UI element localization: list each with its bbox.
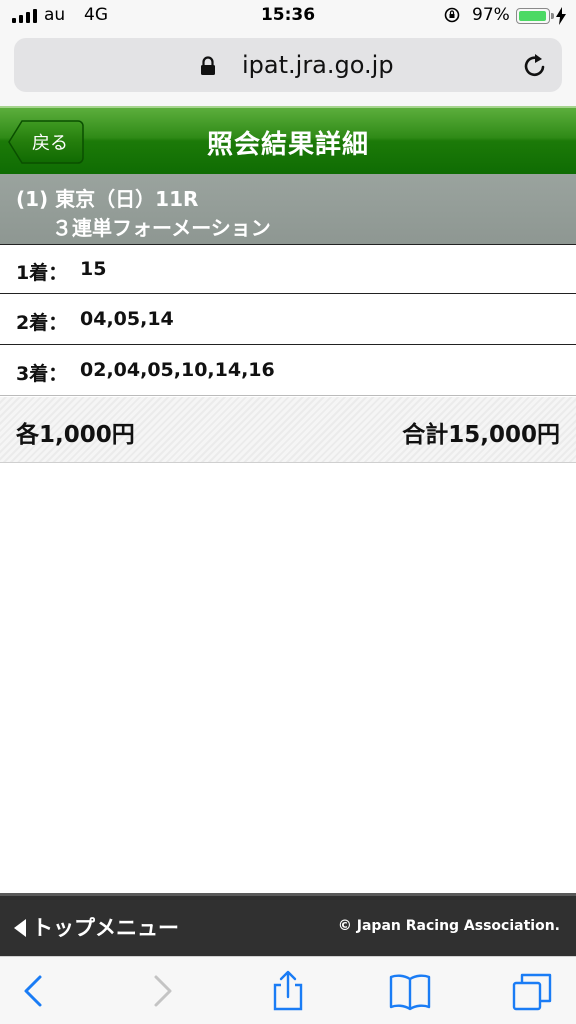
- amount-total: 合計15,000円: [402, 422, 560, 448]
- place-label: 3着：: [16, 363, 68, 385]
- place-label: 1着：: [16, 262, 68, 284]
- status-bar: au 4G 15:36 97%: [0, 0, 576, 32]
- rotation-lock-icon: [444, 7, 460, 23]
- place-row-3: 3着： 02,04,05,10,14,16: [0, 346, 576, 396]
- lock-icon: [201, 56, 215, 75]
- place-row-1: 1着： 15: [0, 244, 576, 294]
- battery-icon: [516, 8, 554, 24]
- tabs-icon[interactable]: [510, 969, 554, 1013]
- race-info: (1) 東京（日）11R ３連単フォーメーション: [0, 174, 576, 244]
- place-numbers: 15: [80, 258, 107, 280]
- browser-toolbar: [0, 956, 576, 1024]
- site-footer: トップメニュー © Japan Racing Association.: [0, 893, 576, 956]
- browser-address-area: ipat.jra.go.jp: [0, 32, 576, 106]
- address-bar[interactable]: ipat.jra.go.jp: [14, 38, 562, 92]
- url-text[interactable]: ipat.jra.go.jp: [242, 51, 394, 79]
- back-icon[interactable]: [12, 969, 56, 1013]
- bet-type: ３連単フォーメーション: [52, 216, 271, 240]
- amount-each: 各1,000円: [16, 422, 135, 448]
- top-menu-label: トップメニュー: [32, 916, 179, 940]
- left-arrow-icon: [14, 919, 26, 937]
- charging-icon: [556, 7, 566, 25]
- place-row-2: 2着： 04,05,14: [0, 295, 576, 345]
- page-header: 戻る 照会結果詳細: [0, 106, 576, 174]
- share-icon[interactable]: [266, 969, 310, 1013]
- forward-icon[interactable]: [140, 969, 184, 1013]
- place-numbers: 04,05,14: [80, 308, 174, 330]
- top-menu-link[interactable]: トップメニュー: [14, 912, 179, 942]
- battery-percent: 97%: [472, 5, 510, 25]
- copyright: © Japan Racing Association.: [337, 918, 560, 934]
- reload-icon[interactable]: [522, 52, 548, 80]
- place-numbers: 02,04,05,10,14,16: [80, 359, 275, 381]
- place-label: 2着：: [16, 312, 68, 334]
- bookmarks-icon[interactable]: [388, 969, 432, 1013]
- amount-row: 各1,000円 合計15,000円: [0, 397, 576, 463]
- race-name: (1) 東京（日）11R: [16, 187, 199, 211]
- page-title: 照会結果詳細: [206, 130, 369, 160]
